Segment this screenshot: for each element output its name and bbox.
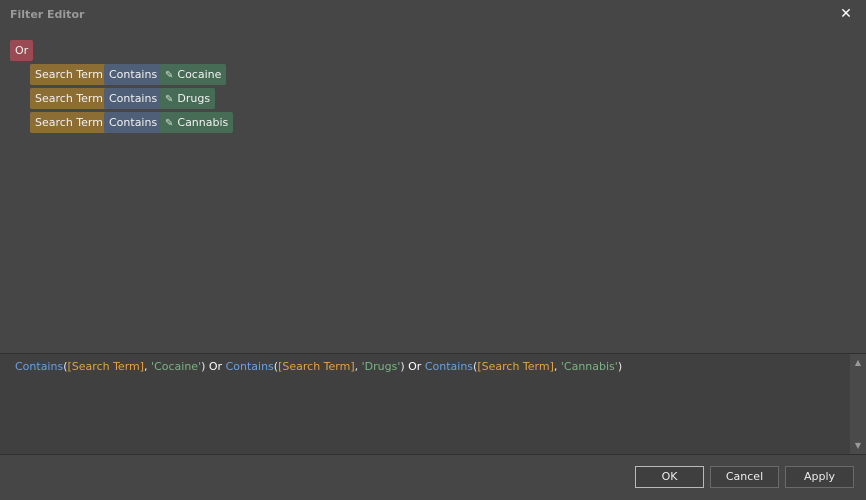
cancel-button[interactable]: Cancel	[710, 466, 779, 488]
expression-token: ,	[553, 360, 561, 373]
scroll-down-icon[interactable]: ▼	[853, 441, 863, 450]
title-bar: Filter Editor ✕	[0, 0, 866, 30]
condition-field[interactable]: Search Term	[30, 112, 108, 133]
expression-token: [Search Term]	[278, 360, 355, 373]
condition-operator[interactable]: Contains	[104, 64, 163, 85]
condition-operator[interactable]: Contains	[104, 88, 163, 109]
condition-value-text: Cannabis	[177, 116, 229, 129]
condition-operator[interactable]: Contains	[104, 112, 163, 133]
expression-token: 'Cocaine'	[151, 360, 202, 373]
window-title: Filter Editor	[10, 8, 85, 21]
expression-text[interactable]: Contains([Search Term], 'Cocaine') Or Co…	[15, 360, 622, 373]
expression-token: ,	[354, 360, 362, 373]
expression-editor[interactable]: Contains([Search Term], 'Cocaine') Or Co…	[0, 353, 866, 455]
expression-token: [Search Term]	[477, 360, 554, 373]
dialog-footer: OK Cancel Apply	[0, 454, 866, 500]
condition-field[interactable]: Search Term	[30, 88, 108, 109]
expression-token: Contains	[225, 360, 274, 373]
expression-token: )	[617, 360, 623, 373]
vertical-scrollbar[interactable]: ▲ ▼	[850, 354, 866, 454]
pencil-icon: ✎	[165, 118, 174, 129]
condition-value[interactable]: ✎ Cocaine	[160, 64, 227, 85]
close-icon[interactable]: ✕	[838, 6, 854, 22]
condition-value-text: Cocaine	[177, 68, 222, 81]
expression-token: [Search Term]	[67, 360, 145, 373]
group-operator-or[interactable]: Or	[10, 40, 34, 61]
condition-value-text: Drugs	[177, 92, 211, 105]
expression-token: ,	[144, 360, 152, 373]
apply-button[interactable]: Apply	[785, 466, 854, 488]
condition-value[interactable]: ✎ Cannabis	[160, 112, 234, 133]
condition-value[interactable]: ✎ Drugs	[160, 88, 216, 109]
scroll-up-icon[interactable]: ▲	[853, 358, 863, 367]
expression-token: Or	[205, 360, 226, 373]
ok-button[interactable]: OK	[635, 466, 704, 488]
expression-token: Contains	[424, 360, 474, 373]
pencil-icon: ✎	[165, 70, 174, 81]
expression-token: Or	[404, 360, 425, 373]
expression-token: 'Cannabis'	[560, 360, 618, 373]
filter-tree: Or Search Term Contains ✎ Cocaine Search …	[0, 30, 866, 352]
expression-token: Contains	[15, 360, 64, 373]
expression-token: 'Drugs'	[361, 360, 401, 373]
pencil-icon: ✎	[165, 94, 174, 105]
condition-field[interactable]: Search Term	[30, 64, 108, 85]
